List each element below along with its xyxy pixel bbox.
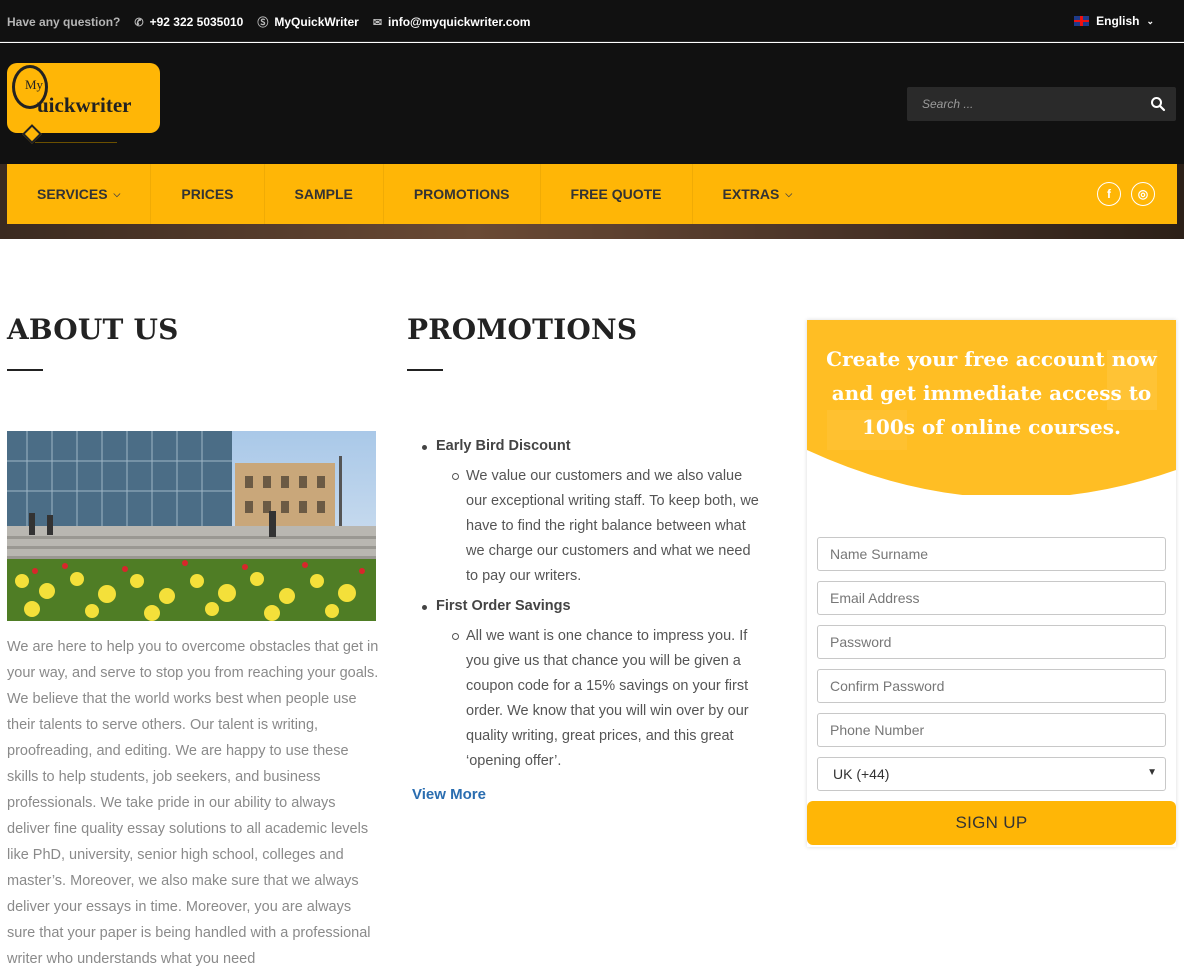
phone-link[interactable]: ✆ +92 322 5035010 — [134, 15, 243, 29]
main-nav: SERVICES ⌵ PRICES SAMPLE PROMOTIONS FREE … — [7, 164, 1177, 224]
chevron-down-icon: ⌄ — [1146, 15, 1154, 26]
nav-label: PRICES — [181, 186, 234, 202]
nav-item-prices[interactable]: PRICES — [151, 164, 265, 224]
phone-field[interactable] — [817, 713, 1166, 747]
contact-info: Have any question? ✆ +92 322 5035010 Ⓢ M… — [7, 14, 530, 30]
instagram-icon[interactable]: ◎ — [1131, 182, 1155, 206]
top-bar: Have any question? ✆ +92 322 5035010 Ⓢ M… — [0, 0, 1184, 42]
nav-label: EXTRAS — [722, 186, 780, 202]
site-header: My uickwriter — [0, 43, 1184, 164]
promo-text-first-order: All we want is one chance to impress you… — [466, 628, 749, 769]
logo-underline — [35, 142, 117, 143]
country-code-select[interactable]: UK (+44) ▼ — [817, 757, 1166, 791]
about-title-underline — [7, 369, 43, 371]
nav-label: SERVICES — [37, 186, 108, 202]
language-label: English — [1096, 14, 1140, 28]
nav-item-free-quote[interactable]: FREE QUOTE — [541, 164, 693, 224]
nav-label: FREE QUOTE — [570, 186, 662, 202]
promo-text-early-bird: We value our customers and we also value… — [466, 468, 759, 584]
logo-wordmark: uickwriter — [37, 93, 132, 117]
chevron-down-icon: ⌵ — [113, 188, 121, 199]
signup-card: Create your free account now and get imm… — [807, 320, 1176, 847]
name-field[interactable] — [817, 537, 1166, 571]
nav-label: SAMPLE — [294, 186, 353, 202]
email-address: info@myquickwriter.com — [388, 15, 531, 29]
promo-heading-first-order: First Order Savings — [436, 598, 571, 614]
promotions-title-underline — [407, 369, 443, 371]
skype-link[interactable]: Ⓢ MyQuickWriter — [257, 14, 358, 30]
signup-headline: Create your free account now and get imm… — [826, 347, 1157, 439]
nav-label: PROMOTIONS — [413, 186, 510, 202]
whatsapp-icon: ✆ — [134, 16, 144, 29]
site-logo[interactable]: My uickwriter — [7, 63, 160, 144]
sign-up-button[interactable]: SIGN UP — [807, 801, 1176, 845]
nav-item-extras[interactable]: EXTRAS ⌵ — [693, 164, 823, 224]
nav-item-sample[interactable]: SAMPLE — [265, 164, 384, 224]
signup-hero: Create your free account now and get imm… — [807, 320, 1176, 495]
email-link[interactable]: ✉ info@myquickwriter.com — [373, 15, 531, 29]
email-field[interactable] — [817, 581, 1166, 615]
bullet — [422, 605, 427, 610]
promo-heading-early-bird: Early Bird Discount — [436, 438, 571, 454]
question-label: Have any question? — [7, 15, 121, 29]
country-code-value: UK (+44) — [833, 766, 890, 782]
search-icon[interactable] — [1150, 96, 1166, 112]
skype-icon: Ⓢ — [257, 17, 269, 29]
bullet — [422, 445, 427, 450]
social-links: f ◎ — [1097, 182, 1155, 206]
confirm-password-field[interactable] — [817, 669, 1166, 703]
view-more-link[interactable]: View More — [412, 786, 486, 803]
about-title: ABOUT US — [7, 313, 179, 346]
nav-item-promotions[interactable]: PROMOTIONS — [384, 164, 541, 224]
sub-bullet — [452, 633, 459, 640]
password-field[interactable] — [817, 625, 1166, 659]
nav-item-services[interactable]: SERVICES ⌵ — [7, 164, 152, 224]
uk-flag-icon — [1074, 16, 1090, 26]
skype-name: MyQuickWriter — [274, 15, 359, 29]
campus-illustration — [7, 431, 376, 621]
facebook-icon[interactable]: f — [1097, 182, 1121, 206]
language-selector[interactable]: English ⌄ — [1074, 14, 1154, 28]
logo-my-text: My — [25, 77, 44, 92]
sub-bullet — [452, 473, 459, 480]
envelope-icon: ✉ — [372, 16, 383, 29]
logo-pin — [22, 124, 42, 144]
phone-number: +92 322 5035010 — [149, 15, 244, 29]
dropdown-arrow-icon: ▼ — [1147, 767, 1157, 778]
promotions-title: PROMOTIONS — [407, 313, 638, 346]
search-box — [907, 87, 1176, 121]
chevron-down-icon: ⌵ — [785, 188, 793, 199]
about-description: We are here to help you to overcome obst… — [7, 639, 379, 967]
campus-photo — [7, 431, 376, 621]
search-input[interactable] — [907, 87, 1137, 121]
